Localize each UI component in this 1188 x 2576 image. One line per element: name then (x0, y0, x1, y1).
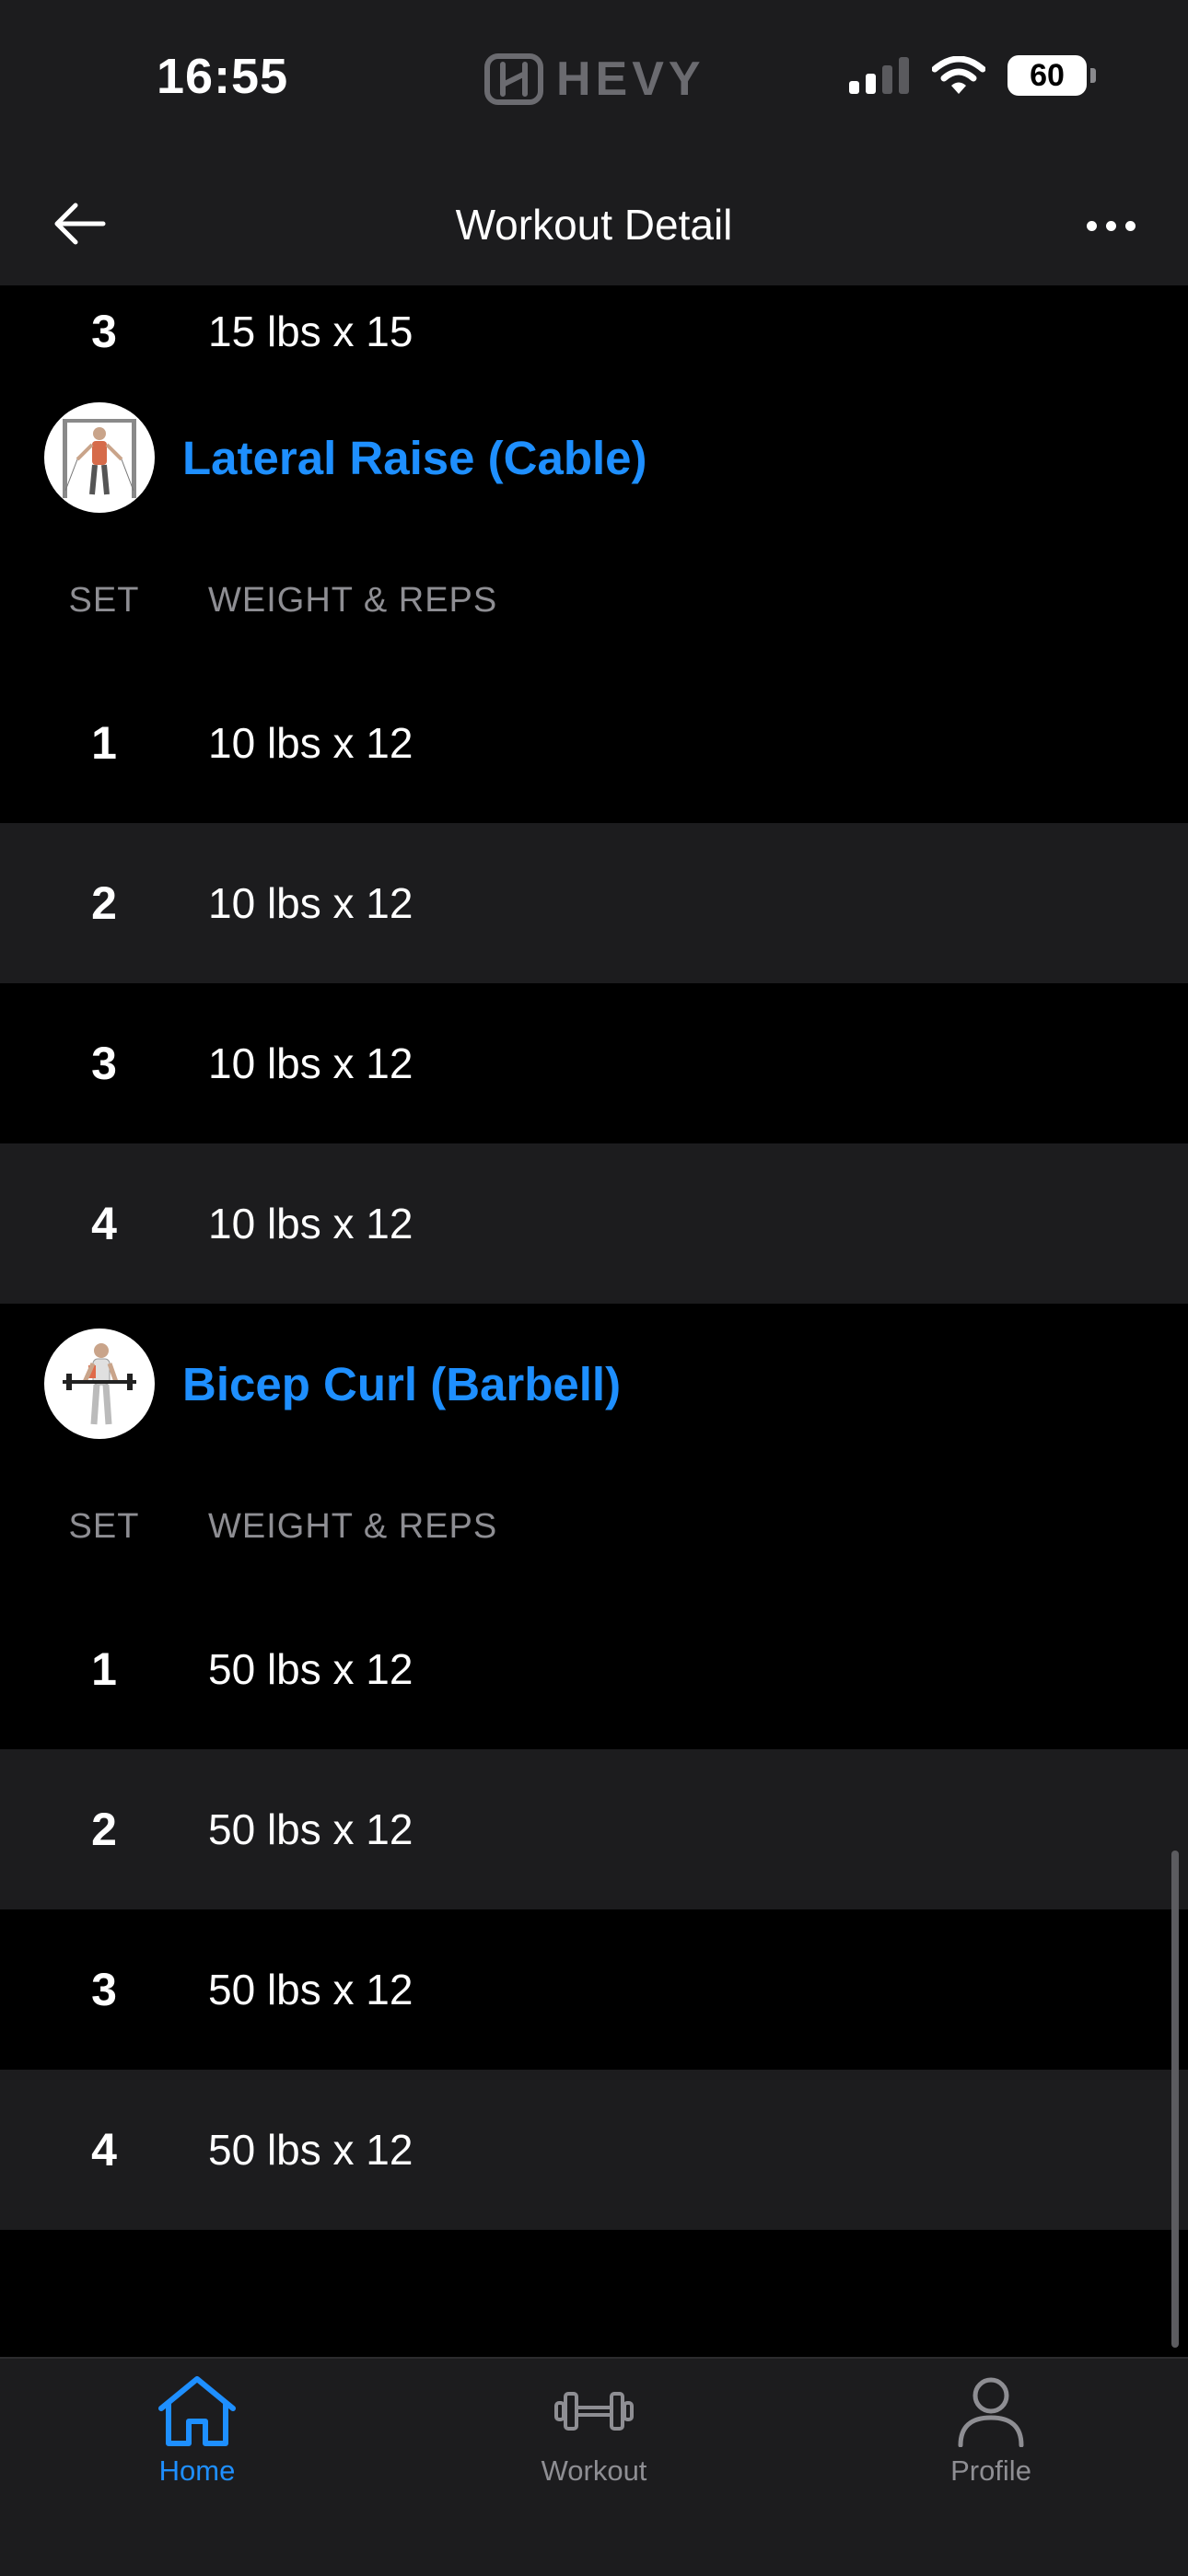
weight-reps: 50 lbs x 12 (208, 1966, 413, 2013)
signal-icon (849, 57, 909, 94)
weight-reps: 10 lbs x 12 (208, 719, 413, 767)
tab-label: Workout (541, 2454, 647, 2487)
battery-level: 60 (1030, 57, 1065, 93)
status-time: 16:55 (157, 49, 289, 104)
set-column-header: SET (68, 580, 140, 620)
set-number: 3 (91, 306, 117, 357)
set-row: 3 15 lbs x 15 (0, 285, 1188, 377)
more-icon-dot (1124, 220, 1136, 231)
weight-reps-column-header: WEIGHT & REPS (208, 1506, 498, 1546)
exercise-thumbnail[interactable] (44, 1329, 155, 1439)
weight-reps: 50 lbs x 12 (208, 2126, 413, 2174)
battery-indicator: 60 (1007, 55, 1096, 96)
brand-name: HEVY (556, 52, 705, 106)
home-icon (158, 2376, 236, 2446)
weight-reps: 50 lbs x 12 (208, 1645, 413, 1693)
set-number: 3 (91, 1964, 117, 2015)
more-icon (1086, 220, 1097, 231)
weight-reps: 10 lbs x 12 (208, 879, 413, 927)
set-row: 2 50 lbs x 12 (0, 1749, 1188, 1909)
set-number: 3 (91, 1038, 117, 1089)
tab-label: Home (158, 2454, 236, 2487)
set-row: 4 10 lbs x 12 (0, 1143, 1188, 1304)
weight-reps-column-header: WEIGHT & REPS (208, 580, 498, 620)
column-headers: SET WEIGHT & REPS (0, 538, 1188, 663)
tab-bar: Home Workout Profile (0, 2357, 1188, 2576)
set-row: 3 10 lbs x 12 (0, 983, 1188, 1143)
exercise-title[interactable]: Lateral Raise (Cable) (182, 431, 647, 485)
page-title: Workout Detail (455, 201, 733, 249)
wifi-icon (932, 56, 985, 94)
weight-reps: 50 lbs x 12 (208, 1805, 413, 1853)
set-number: 2 (91, 877, 117, 929)
tab-profile[interactable]: Profile (890, 2375, 1092, 2488)
tab-label: Profile (950, 2454, 1031, 2487)
weight-reps: 10 lbs x 12 (208, 1039, 413, 1087)
nav-header: Workout Detail (0, 161, 1188, 285)
exercise-header[interactable]: Lateral Raise (Cable) (0, 377, 1188, 538)
status-indicators: 60 (849, 55, 1096, 96)
tab-home[interactable]: Home (96, 2375, 298, 2488)
bicep-curl-figure-icon (63, 1343, 136, 1425)
set-number: 4 (91, 2124, 117, 2176)
tab-workout[interactable]: Workout (493, 2375, 695, 2488)
set-number: 1 (91, 1643, 117, 1695)
scrollbar[interactable] (1171, 1851, 1179, 2348)
weight-reps: 10 lbs x 12 (208, 1200, 413, 1247)
more-options-button[interactable] (1074, 198, 1147, 253)
column-headers: SET WEIGHT & REPS (0, 1464, 1188, 1589)
exercise-header[interactable]: Bicep Curl (Barbell) (0, 1304, 1188, 1464)
hevy-logo-icon (484, 53, 543, 105)
exercise-title[interactable]: Bicep Curl (Barbell) (182, 1357, 621, 1411)
set-number: 2 (91, 1804, 117, 1855)
set-number: 1 (91, 717, 117, 769)
brand-logo: HEVY (484, 52, 705, 106)
set-row: 1 50 lbs x 12 (0, 1589, 1188, 1749)
set-number: 4 (91, 1198, 117, 1249)
workout-detail-content[interactable]: 3 15 lbs x 15 Lateral Raise (Cable) SET … (0, 285, 1188, 2357)
set-row: 2 10 lbs x 12 (0, 823, 1188, 983)
more-icon-dot (1105, 220, 1116, 231)
exercise-thumbnail[interactable] (44, 402, 155, 513)
person-icon (958, 2377, 1024, 2447)
lateral-raise-figure-icon (63, 419, 136, 498)
set-column-header: SET (68, 1506, 140, 1546)
set-row: 3 50 lbs x 12 (0, 1909, 1188, 2070)
dumbbell-icon (554, 2392, 634, 2431)
set-row: 4 50 lbs x 12 (0, 2070, 1188, 2230)
status-bar: 16:55 HEVY 60 (0, 0, 1188, 161)
weight-reps: 15 lbs x 15 (208, 307, 413, 355)
set-row: 1 10 lbs x 12 (0, 663, 1188, 823)
